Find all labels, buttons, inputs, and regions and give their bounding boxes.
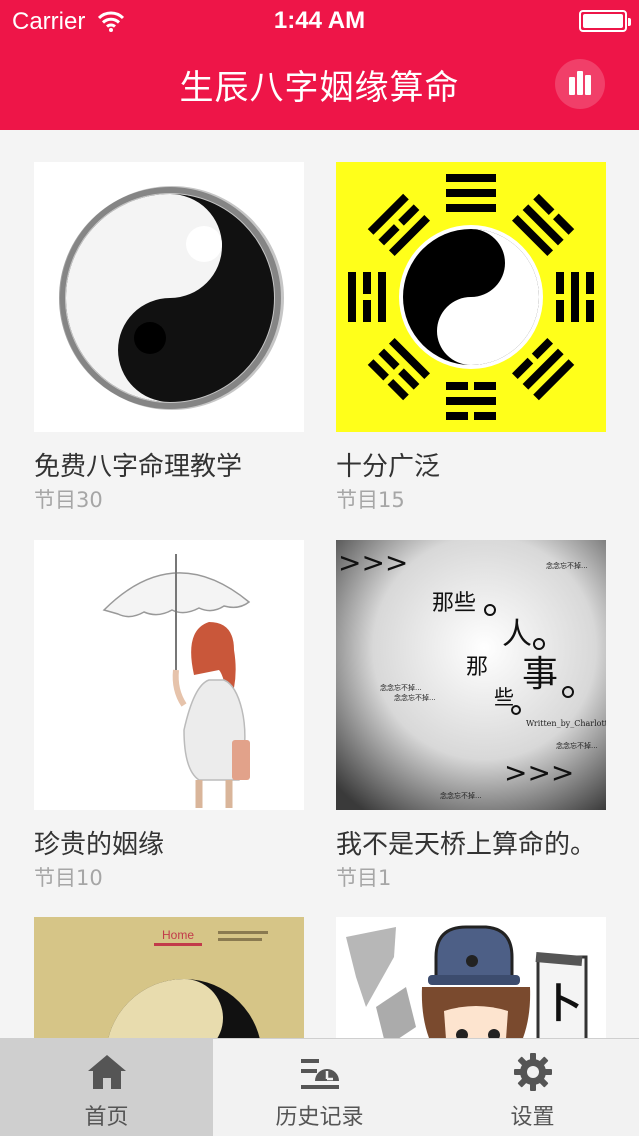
gear-icon [514,1053,552,1091]
program-thumbnail [34,540,304,810]
tab-label: 首页 [84,1105,129,1130]
cartoon-fortune-teller-image: 卜 [336,917,606,1038]
svg-text:>>>: >>> [338,546,408,579]
program-title: 我不是天桥上算命的。 [336,830,597,860]
program-count: 节目15 [336,488,405,512]
svg-text:人: 人 [502,617,532,652]
battery-icon [579,10,631,32]
page-title: 生辰八字姻缘算命 [179,68,460,108]
program-title: 免费八字命理教学 [34,452,243,482]
program-count: 节目10 [34,866,103,890]
svg-text:些: 些 [494,685,514,709]
program-title: 十分广泛 [336,452,441,482]
program-count: 节目30 [34,488,103,512]
program-thumbnail: 卜 [336,917,606,1038]
svg-text:Home: Home [162,928,194,942]
svg-text:念念忘不掉...: 念念忘不掉... [394,693,436,702]
home-icon [88,1055,126,1089]
tab-history[interactable]: 历史记录 [213,1039,426,1136]
svg-text:>>>: >>> [504,756,574,789]
tab-label: 历史记录 [275,1105,364,1130]
tab-home[interactable]: 首页 [0,1039,213,1136]
svg-text:念念忘不掉...: 念念忘不掉... [546,561,588,570]
program-title: 珍贵的姻缘 [34,830,165,860]
svg-text:念念忘不掉...: 念念忘不掉... [380,683,422,692]
tab-label: 设置 [510,1105,555,1130]
svg-text:Written_by_Charlotte: Written_by_Charlotte [526,719,606,728]
status-bar: Carrier 1:44 AM [0,0,639,42]
bagua-image [336,162,606,432]
yin-yang-poster-image: Home [34,917,304,1038]
program-thumbnail: >>> 那些 人 那 事 些 Written_by_Charlotte 念念忘不… [336,540,606,810]
svg-text:卜: 卜 [542,981,582,1027]
battery-level [583,14,623,28]
history-icon [301,1059,339,1089]
program-grid: 免费八字命理教学 节目30 十分广泛 节目15 珍贵的姻缘 节目10 >>> 那… [0,130,639,1038]
tab-settings[interactable]: 设置 [426,1039,639,1136]
svg-text:那: 那 [466,655,488,680]
svg-text:那些: 那些 [432,591,476,616]
nav-bar: Carrier 1:44 AM 生辰八字姻缘算命 [0,0,639,130]
text-graphic-image: >>> 那些 人 那 事 些 Written_by_Charlotte 念念忘不… [336,540,606,810]
clock: 1:44 AM [273,7,366,34]
svg-text:念念忘不掉...: 念念忘不掉... [556,741,598,750]
svg-text:事: 事 [522,654,558,695]
program-thumbnail [34,162,304,432]
umbrella-girl-image [34,540,304,810]
svg-text:念念忘不掉...: 念念忘不掉... [440,791,482,800]
bar-stats-icon [569,77,575,95]
program-thumbnail: Home [34,917,304,1038]
tab-bar: 首页 历史记录 设置 [0,1038,639,1136]
yin-yang-image [34,162,304,432]
stats-button[interactable] [555,59,605,109]
program-count: 节目1 [336,866,392,890]
program-thumbnail [336,162,606,432]
